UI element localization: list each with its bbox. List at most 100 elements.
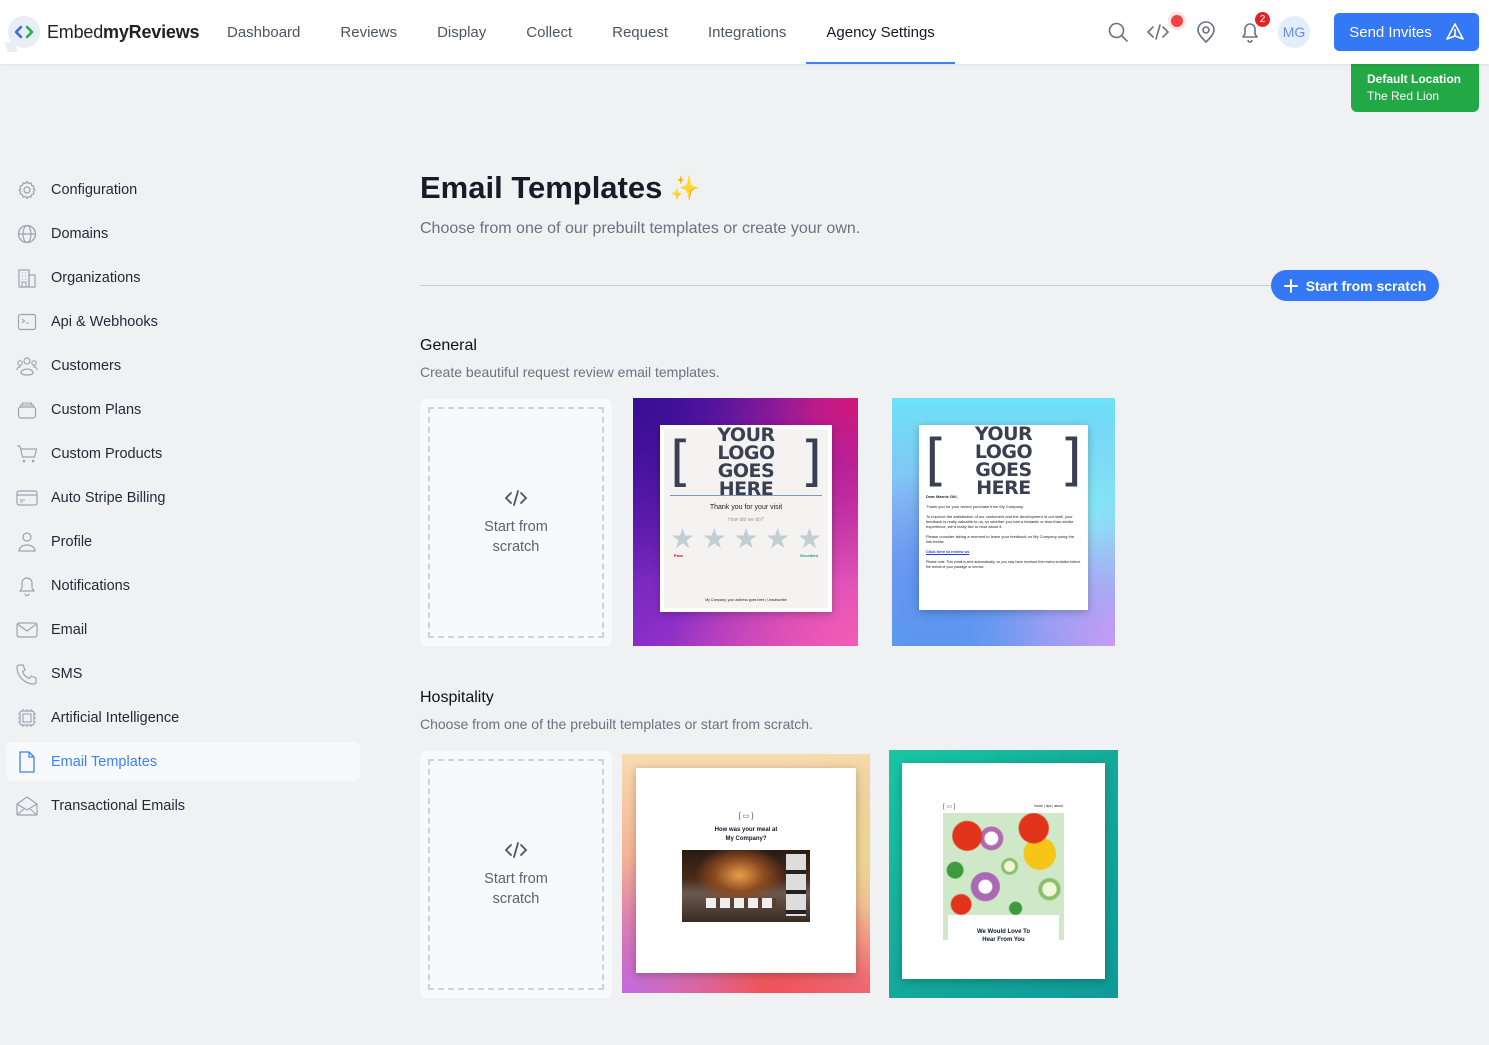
alert-dot: [1171, 15, 1183, 27]
nav-dashboard[interactable]: Dashboard: [207, 0, 320, 64]
start-from-scratch-button[interactable]: Start from scratch: [1271, 270, 1439, 301]
sidebar-item-label: Domains: [51, 225, 109, 242]
sidebar-item-api-webhooks[interactable]: Api & Webhooks: [6, 302, 360, 341]
template-card-fresh-food[interactable]: [ ▭ ] home | tips | about We Would Love …: [889, 750, 1118, 998]
top-navbar: EmbedmyReviews Dashboard Reviews Display…: [0, 0, 1489, 64]
small-logo-placeholder: [ ▭ ]: [943, 804, 956, 810]
embed-code-button[interactable]: [1144, 15, 1183, 46]
template-card-restaurant[interactable]: [ ▭ ] How was your meal at My Company?: [622, 754, 870, 993]
template-card-letter[interactable]: [ YOUR LOGO GOES HERE ] Dear Marnie Gill…: [892, 398, 1115, 646]
user-avatar[interactable]: MG: [1278, 16, 1310, 48]
logo-code-icon: [8, 16, 40, 48]
review-link: Click here to review us: [926, 549, 970, 554]
sidebar-item-organizations[interactable]: Organizations: [6, 258, 360, 297]
sidebar-item-domains[interactable]: Domains: [6, 214, 360, 253]
sidebar-item-label: SMS: [51, 665, 83, 682]
section-subtitle-hospitality: Choose from one of the prebuilt template…: [420, 716, 813, 732]
credit-card-icon: [16, 487, 38, 509]
default-location-badge[interactable]: Default Location The Red Lion: [1351, 64, 1479, 112]
letter-note: Please note: This email is sent automati…: [926, 560, 1081, 569]
template-preview: [ YOUR LOGO GOES HERE ] Thank you for yo…: [660, 425, 832, 612]
code-icon: [504, 841, 528, 858]
page-title-text: Email Templates: [420, 170, 663, 205]
logo-placeholder: [ YOUR LOGO GOES HERE ]: [925, 424, 1082, 497]
section-subtitle-general: Create beautiful request review email te…: [420, 364, 720, 380]
search-button[interactable]: [1104, 18, 1132, 46]
logo-line-1: YOUR LOGO: [717, 423, 775, 464]
star-icon: ★: [796, 523, 822, 554]
code-icon: [504, 489, 528, 506]
sidebar-item-label: Organizations: [51, 269, 141, 286]
sidebar-item-label: Custom Plans: [51, 401, 142, 418]
sidebar-item-configuration[interactable]: Configuration: [6, 170, 360, 209]
scratch-card-border: Start from scratch: [428, 407, 604, 638]
heading-line-2: Hear From You: [982, 937, 1025, 943]
heading-line-2: My Company?: [725, 836, 767, 842]
brand-name: EmbedmyReviews: [47, 21, 200, 42]
bracket-left: [: [670, 430, 692, 493]
stack-icon: [16, 399, 38, 421]
sidebar-item-email-templates[interactable]: Email Templates: [6, 742, 360, 781]
sidebar-item-notifications[interactable]: Notifications: [6, 566, 360, 605]
sidebar-item-custom-products[interactable]: Custom Products: [6, 434, 360, 473]
notifications-button[interactable]: 2: [1236, 12, 1270, 46]
nav-request[interactable]: Request: [592, 0, 688, 64]
send-icon: [1445, 23, 1464, 40]
sidebar-item-label: Transactional Emails: [51, 797, 186, 814]
settings-sidebar: Configuration Domains Organizations Api …: [6, 170, 360, 830]
heading-line-1: We Would Love To: [977, 929, 1030, 935]
nav-display[interactable]: Display: [417, 0, 506, 64]
sidebar-item-label: Email Templates: [51, 753, 158, 770]
photo-tables: [706, 898, 776, 908]
sidebar-item-sms[interactable]: SMS: [6, 654, 360, 693]
sidebar-item-label: Profile: [51, 533, 93, 550]
star-icon: ★: [670, 523, 696, 554]
scratch-card-label: Start from scratch: [484, 518, 548, 555]
brand-logo[interactable]: EmbedmyReviews: [8, 16, 200, 48]
star-icon: ★: [765, 523, 791, 554]
sidebar-item-label: Customers: [51, 357, 122, 374]
send-invites-label: Send Invites: [1349, 23, 1432, 41]
bell-icon: [16, 575, 38, 597]
letter-body: Dear Marnie Gill, Thank you for your rec…: [919, 490, 1088, 569]
scratch-template-card[interactable]: Start from scratch: [420, 751, 612, 998]
scratch-card-border: Start from scratch: [428, 759, 604, 990]
nav-agency-settings[interactable]: Agency Settings: [806, 0, 956, 64]
sidebar-item-artificial-intelligence[interactable]: Artificial Intelligence: [6, 698, 360, 737]
sidebar-item-profile[interactable]: Profile: [6, 522, 360, 561]
sidebar-item-email[interactable]: Email: [6, 610, 360, 649]
heading-line-1: How was your meal at: [714, 827, 778, 833]
logo-text: YOUR LOGO GOES HERE: [947, 424, 1060, 497]
section-title-general: General: [420, 337, 477, 354]
template-card-star-rating[interactable]: [ YOUR LOGO GOES HERE ] Thank you for yo…: [633, 398, 858, 646]
star-icon: ★: [733, 523, 759, 554]
start-from-scratch-label: Start from scratch: [1305, 277, 1427, 294]
sparkles-icon: ✨: [670, 174, 701, 202]
letter-paragraph: Thank you for your recent purchase from …: [926, 504, 1024, 509]
gear-icon: [16, 179, 38, 201]
sidebar-item-label: Api & Webhooks: [51, 313, 158, 330]
sidebar-item-customers[interactable]: Customers: [6, 346, 360, 385]
search-icon: [1108, 22, 1128, 42]
sidebar-item-transactional-emails[interactable]: Transactional Emails: [6, 786, 360, 825]
nav-reviews[interactable]: Reviews: [320, 0, 417, 64]
nav-collect[interactable]: Collect: [506, 0, 592, 64]
nav-integrations[interactable]: Integrations: [688, 0, 806, 64]
logo-text: YOUR LOGO GOES HERE: [691, 423, 801, 501]
bracket-left: [: [925, 428, 947, 493]
cart-icon: [16, 443, 38, 465]
location-button[interactable]: [1192, 18, 1220, 46]
scratch-card-label: Start from scratch: [484, 870, 548, 907]
logo-line-2: GOES HERE: [717, 460, 775, 501]
template-preview: [ ▭ ] How was your meal at My Company?: [636, 768, 856, 973]
photo-frames: [786, 854, 806, 916]
template-preview: [ YOUR LOGO GOES HERE ] Dear Marnie Gill…: [919, 424, 1088, 610]
sidebar-item-auto-stripe-billing[interactable]: Auto Stripe Billing: [6, 478, 360, 517]
scratch-template-card[interactable]: Start from scratch: [420, 399, 612, 646]
template-heading: How was your meal at My Company?: [636, 826, 856, 844]
template-heading: Thank you for your visit: [709, 504, 783, 511]
phone-icon: [16, 663, 38, 685]
sidebar-item-custom-plans[interactable]: Custom Plans: [6, 390, 360, 429]
bracket-right: ]: [1060, 428, 1082, 493]
send-invites-button[interactable]: Send Invites: [1334, 13, 1479, 51]
